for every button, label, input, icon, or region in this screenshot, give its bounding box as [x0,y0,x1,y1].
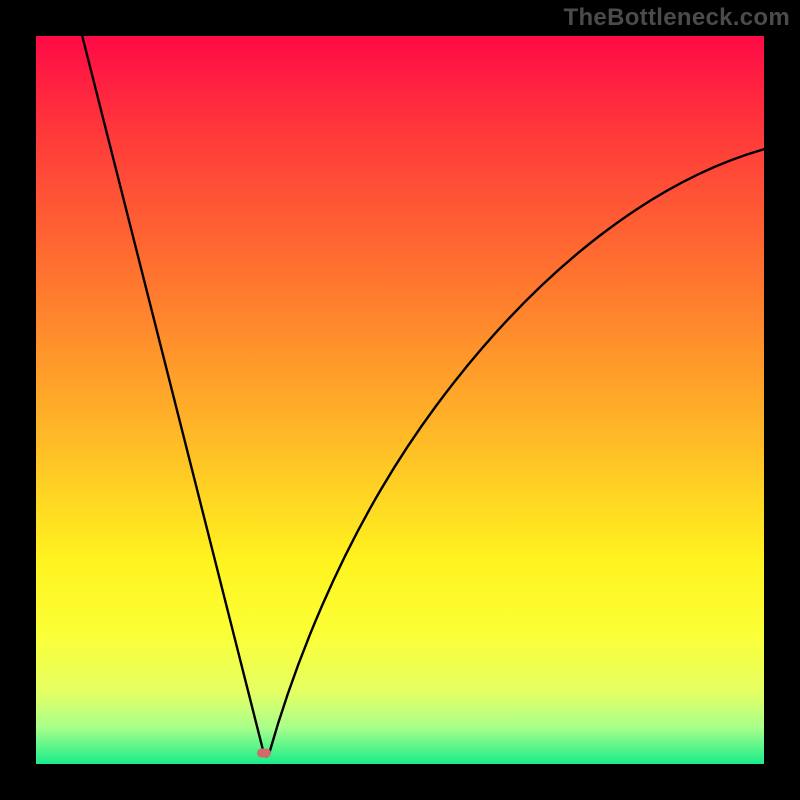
curve-path [81,36,764,757]
plot-area [36,36,764,764]
bottleneck-curve [36,36,764,764]
watermark-text: TheBottleneck.com [564,4,790,32]
chart-frame: TheBottleneck.com [0,0,800,800]
optimal-point-marker [257,749,271,758]
